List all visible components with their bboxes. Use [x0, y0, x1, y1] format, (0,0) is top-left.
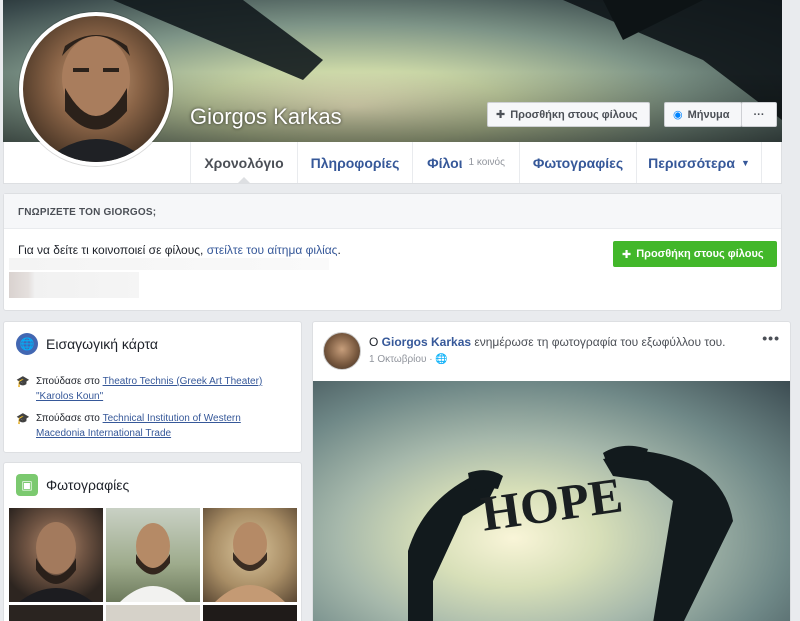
- know-card: ΓΝΩΡΙΖΕΤΕ ΤΟΝ GIORGOS; Για να δείτε τι κ…: [3, 193, 782, 311]
- post-photo[interactable]: HOPE: [313, 381, 790, 621]
- post-date-label: 1 Οκτωβρίου: [369, 354, 427, 365]
- intro-item-education: 🎓 Σπούδασε στο Technical Institution of …: [16, 411, 286, 441]
- photo-thumbnail[interactable]: [106, 508, 200, 602]
- post-options-button[interactable]: •••: [762, 330, 780, 346]
- post-date[interactable]: 1 Οκτωβρίου · 🌐: [369, 354, 448, 365]
- messenger-icon: ◉: [673, 109, 683, 121]
- post-card: Ο Giorgos Karkas ενημέρωσε τη φωτογραφία…: [312, 321, 791, 621]
- tab-about[interactable]: Πληροφορίες: [297, 142, 412, 183]
- photo-thumbnail[interactable]: [203, 605, 297, 621]
- post-headline: Ο Giorgos Karkas ενημέρωσε τη φωτογραφία…: [369, 335, 726, 349]
- tab-friends[interactable]: Φίλοι 1 κοινός: [412, 142, 519, 183]
- tab-label: Φίλοι: [427, 154, 463, 171]
- know-heading: ΓΝΩΡΙΖΕΤΕ ΤΟΝ GIORGOS;: [4, 194, 781, 229]
- post-action: ενημέρωσε τη φωτογραφία του εξωφύλλου το…: [471, 335, 726, 349]
- tab-label: Πληροφορίες: [310, 154, 400, 171]
- tab-more[interactable]: Περισσότερα ▼: [636, 142, 762, 183]
- post-author-link[interactable]: Giorgos Karkas: [382, 335, 471, 349]
- graduation-cap-icon: 🎓: [16, 413, 30, 425]
- add-friend-button-secondary[interactable]: ✚ Προσθήκη στους φίλους: [613, 241, 777, 267]
- tab-photos[interactable]: Φωτογραφίες: [519, 142, 636, 183]
- photo-thumbnail[interactable]: [203, 508, 297, 602]
- intro-card: 🌐 Εισαγωγική κάρτα 🎓 Σπούδασε στο Theatr…: [3, 321, 302, 453]
- add-friend-icon: ✚: [496, 109, 506, 121]
- photo-thumbnail[interactable]: [106, 605, 200, 621]
- tab-timeline[interactable]: Χρονολόγιο: [190, 142, 297, 184]
- intro-item-education: 🎓 Σπούδασε στο Theatro Technis (Greek Ar…: [16, 374, 286, 404]
- message-label: Μήνυμα: [687, 108, 730, 121]
- globe-icon: 🌐: [16, 333, 38, 355]
- know-text-prefix: Για να δείτε τι κοινοποιεί σε φίλους,: [18, 243, 207, 257]
- intro-title: Εισαγωγική κάρτα: [46, 336, 159, 352]
- know-text-suffix: .: [337, 243, 341, 257]
- photo-thumbnail[interactable]: [9, 508, 103, 602]
- more-icon: ···: [753, 108, 765, 121]
- profile-picture[interactable]: [19, 12, 173, 166]
- blurred-content: [9, 258, 329, 270]
- post-prefix: Ο: [369, 335, 382, 349]
- tab-label: Χρονολόγιο: [204, 154, 284, 171]
- graduation-cap-icon: 🎓: [16, 376, 30, 388]
- send-friend-request-link[interactable]: στείλτε του αίτημα φιλίας: [207, 243, 338, 257]
- photos-card: ▣ Φωτογραφίες: [3, 462, 302, 621]
- message-button[interactable]: ◉ Μήνυμα: [664, 102, 742, 127]
- author-avatar[interactable]: [323, 332, 361, 370]
- tab-label: Φωτογραφίες: [532, 154, 624, 171]
- photos-title[interactable]: Φωτογραφίες: [46, 477, 129, 493]
- tab-label: Περισσότερα: [648, 154, 735, 171]
- intro-item-prefix: Σπούδασε στο: [36, 376, 103, 387]
- intro-item-prefix: Σπούδασε στο: [36, 413, 103, 424]
- add-friend-label: Προσθήκη στους φίλους: [510, 108, 638, 121]
- know-text: Για να δείτε τι κοινοποιεί σε φίλους, στ…: [18, 243, 341, 257]
- add-friend-button[interactable]: ✚ Προσθήκη στους φίλους: [487, 102, 650, 127]
- chevron-down-icon: ▼: [740, 157, 750, 168]
- globe-icon: 🌐: [435, 354, 448, 365]
- mutual-friends-count: 1 κοινός: [468, 157, 505, 168]
- add-friend-label: Προσθήκη στους φίλους: [636, 248, 764, 260]
- photos-icon: ▣: [16, 474, 38, 496]
- photo-thumbnail[interactable]: [9, 605, 103, 621]
- more-options-button[interactable]: ···: [741, 102, 777, 127]
- blurred-content: [9, 272, 139, 298]
- add-friend-icon: ✚: [622, 248, 632, 261]
- profile-name[interactable]: Giorgos Karkas: [190, 104, 342, 130]
